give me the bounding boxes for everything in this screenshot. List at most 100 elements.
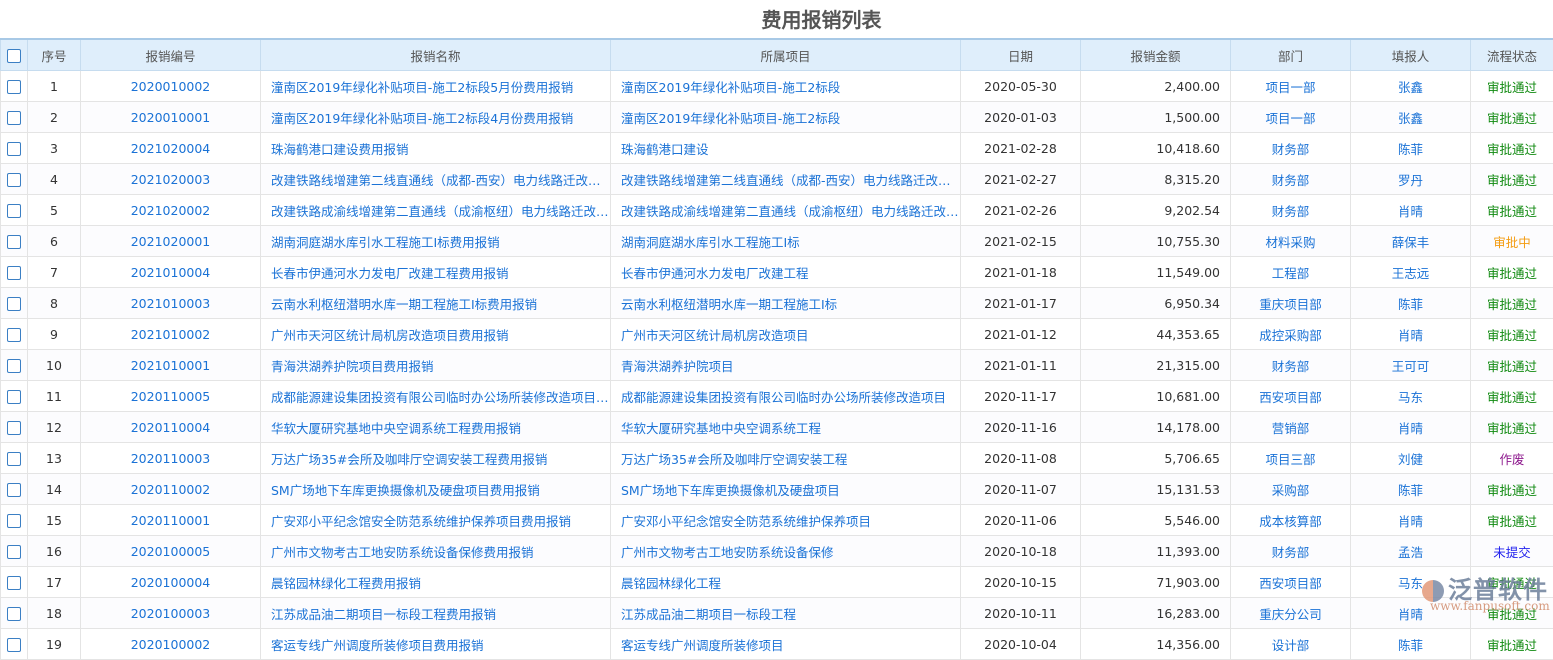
cell-name[interactable]: 珠海鹤港口建设费用报销 (261, 133, 611, 164)
cell-dept[interactable]: 西安项目部 (1231, 381, 1351, 412)
cell-name[interactable]: 晨铭园林绿化工程费用报销 (261, 567, 611, 598)
cell-name[interactable]: 万达广场35#会所及咖啡厅空调安装工程费用报销 (261, 443, 611, 474)
column-header-amount[interactable]: 报销金额 (1081, 39, 1231, 71)
table-row[interactable]: 102021010001青海洪湖养护院项目费用报销青海洪湖养护院项目2021-0… (1, 350, 1553, 381)
row-checkbox[interactable] (1, 505, 28, 536)
row-checkbox[interactable] (1, 133, 28, 164)
cell-project[interactable]: 云南水利枢纽潜明水库一期工程施工I标 (611, 288, 961, 319)
cell-code[interactable]: 2020010002 (81, 71, 261, 102)
row-checkbox[interactable] (1, 164, 28, 195)
row-checkbox[interactable] (1, 443, 28, 474)
cell-project[interactable]: 广州市文物考古工地安防系统设备保修 (611, 536, 961, 567)
cell-reporter[interactable]: 陈菲 (1351, 474, 1471, 505)
row-checkbox[interactable] (1, 412, 28, 443)
row-checkbox[interactable] (1, 319, 28, 350)
cell-project[interactable]: 客运专线广州调度所装修项目 (611, 629, 961, 660)
cell-code[interactable]: 2021020003 (81, 164, 261, 195)
cell-project[interactable]: 潼南区2019年绿化补贴项目-施工2标段 (611, 71, 961, 102)
cell-reporter[interactable]: 王可可 (1351, 350, 1471, 381)
cell-name[interactable]: 江苏成品油二期项目一标段工程费用报销 (261, 598, 611, 629)
cell-name[interactable]: 改建铁路成渝线增建第二直通线（成渝枢纽）电力线路迁改工程费用报销 (261, 195, 611, 226)
table-row[interactable]: 182020100003江苏成品油二期项目一标段工程费用报销江苏成品油二期项目一… (1, 598, 1553, 629)
cell-name[interactable]: 广州市文物考古工地安防系统设备保修费用报销 (261, 536, 611, 567)
cell-dept[interactable]: 成本核算部 (1231, 505, 1351, 536)
row-checkbox[interactable] (1, 536, 28, 567)
cell-project[interactable]: 改建铁路成渝线增建第二直通线（成渝枢纽）电力线路迁改工程 (611, 195, 961, 226)
cell-name[interactable]: 改建铁路线增建第二线直通线（成都-西安）电力线路迁改工程费用报销 (261, 164, 611, 195)
cell-name[interactable]: 广安邓小平纪念馆安全防范系统维护保养项目费用报销 (261, 505, 611, 536)
column-header-index[interactable]: 序号 (28, 39, 81, 71)
cell-project[interactable]: 江苏成品油二期项目一标段工程 (611, 598, 961, 629)
cell-reporter[interactable]: 罗丹 (1351, 164, 1471, 195)
table-row[interactable]: 62021020001湖南洞庭湖水库引水工程施工I标费用报销湖南洞庭湖水库引水工… (1, 226, 1553, 257)
cell-project[interactable]: 广州市天河区统计局机房改造项目 (611, 319, 961, 350)
cell-dept[interactable]: 采购部 (1231, 474, 1351, 505)
cell-code[interactable]: 2020100002 (81, 629, 261, 660)
table-row[interactable]: 72021010004长春市伊通河水力发电厂改建工程费用报销长春市伊通河水力发电… (1, 257, 1553, 288)
cell-dept[interactable]: 项目三部 (1231, 443, 1351, 474)
cell-code[interactable]: 2021020002 (81, 195, 261, 226)
cell-project[interactable]: 广安邓小平纪念馆安全防范系统维护保养项目 (611, 505, 961, 536)
cell-dept[interactable]: 财务部 (1231, 133, 1351, 164)
table-row[interactable]: 12020010002潼南区2019年绿化补贴项目-施工2标段5月份费用报销潼南… (1, 71, 1553, 102)
table-row[interactable]: 142020110002SM广场地下车库更换摄像机及硬盘项目费用报销SM广场地下… (1, 474, 1553, 505)
cell-dept[interactable]: 成控采购部 (1231, 319, 1351, 350)
cell-code[interactable]: 2020110001 (81, 505, 261, 536)
cell-dept[interactable]: 财务部 (1231, 350, 1351, 381)
column-header-project[interactable]: 所属项目 (611, 39, 961, 71)
cell-dept[interactable]: 财务部 (1231, 195, 1351, 226)
cell-reporter[interactable]: 刘健 (1351, 443, 1471, 474)
cell-name[interactable]: 云南水利枢纽潜明水库一期工程施工I标费用报销 (261, 288, 611, 319)
column-header-name[interactable]: 报销名称 (261, 39, 611, 71)
cell-project[interactable]: 长春市伊通河水力发电厂改建工程 (611, 257, 961, 288)
cell-reporter[interactable]: 王志远 (1351, 257, 1471, 288)
cell-project[interactable]: 改建铁路线增建第二线直通线（成都-西安）电力线路迁改工程 (611, 164, 961, 195)
cell-name[interactable]: 青海洪湖养护院项目费用报销 (261, 350, 611, 381)
table-row[interactable]: 132020110003万达广场35#会所及咖啡厅空调安装工程费用报销万达广场3… (1, 443, 1553, 474)
cell-reporter[interactable]: 孟浩 (1351, 536, 1471, 567)
cell-reporter[interactable]: 肖晴 (1351, 412, 1471, 443)
cell-code[interactable]: 2020110002 (81, 474, 261, 505)
table-row[interactable]: 112020110005成都能源建设集团投资有限公司临时办公场所装修改造项目费用… (1, 381, 1553, 412)
cell-dept[interactable]: 西安项目部 (1231, 567, 1351, 598)
cell-project[interactable]: 青海洪湖养护院项目 (611, 350, 961, 381)
cell-reporter[interactable]: 陈菲 (1351, 629, 1471, 660)
cell-project[interactable]: 成都能源建设集团投资有限公司临时办公场所装修改造项目 (611, 381, 961, 412)
select-all-checkbox[interactable] (1, 39, 28, 71)
table-row[interactable]: 22020010001潼南区2019年绿化补贴项目-施工2标段4月份费用报销潼南… (1, 102, 1553, 133)
row-checkbox[interactable] (1, 102, 28, 133)
cell-code[interactable]: 2020100005 (81, 536, 261, 567)
cell-dept[interactable]: 设计部 (1231, 629, 1351, 660)
cell-dept[interactable]: 重庆项目部 (1231, 288, 1351, 319)
table-row[interactable]: 162020100005广州市文物考古工地安防系统设备保修费用报销广州市文物考古… (1, 536, 1553, 567)
row-checkbox[interactable] (1, 474, 28, 505)
column-header-code[interactable]: 报销编号 (81, 39, 261, 71)
cell-code[interactable]: 2020100003 (81, 598, 261, 629)
cell-reporter[interactable]: 张鑫 (1351, 102, 1471, 133)
cell-code[interactable]: 2020110004 (81, 412, 261, 443)
row-checkbox[interactable] (1, 381, 28, 412)
cell-name[interactable]: 潼南区2019年绿化补贴项目-施工2标段4月份费用报销 (261, 102, 611, 133)
table-row[interactable]: 92021010002广州市天河区统计局机房改造项目费用报销广州市天河区统计局机… (1, 319, 1553, 350)
cell-code[interactable]: 2021010004 (81, 257, 261, 288)
cell-name[interactable]: SM广场地下车库更换摄像机及硬盘项目费用报销 (261, 474, 611, 505)
cell-project[interactable]: 华软大厦研究基地中央空调系统工程 (611, 412, 961, 443)
cell-code[interactable]: 2021010003 (81, 288, 261, 319)
cell-name[interactable]: 客运专线广州调度所装修项目费用报销 (261, 629, 611, 660)
cell-reporter[interactable]: 陈菲 (1351, 288, 1471, 319)
cell-reporter[interactable]: 薛保丰 (1351, 226, 1471, 257)
cell-reporter[interactable]: 肖晴 (1351, 505, 1471, 536)
row-checkbox[interactable] (1, 629, 28, 660)
cell-dept[interactable]: 财务部 (1231, 164, 1351, 195)
cell-dept[interactable]: 重庆分公司 (1231, 598, 1351, 629)
table-row[interactable]: 82021010003云南水利枢纽潜明水库一期工程施工I标费用报销云南水利枢纽潜… (1, 288, 1553, 319)
cell-reporter[interactable]: 肖晴 (1351, 195, 1471, 226)
table-row[interactable]: 42021020003改建铁路线增建第二线直通线（成都-西安）电力线路迁改工程费… (1, 164, 1553, 195)
cell-project[interactable]: 万达广场35#会所及咖啡厅空调安装工程 (611, 443, 961, 474)
cell-code[interactable]: 2021010002 (81, 319, 261, 350)
row-checkbox[interactable] (1, 598, 28, 629)
cell-dept[interactable]: 工程部 (1231, 257, 1351, 288)
cell-reporter[interactable]: 马东 (1351, 567, 1471, 598)
cell-name[interactable]: 潼南区2019年绿化补贴项目-施工2标段5月份费用报销 (261, 71, 611, 102)
cell-code[interactable]: 2020110003 (81, 443, 261, 474)
